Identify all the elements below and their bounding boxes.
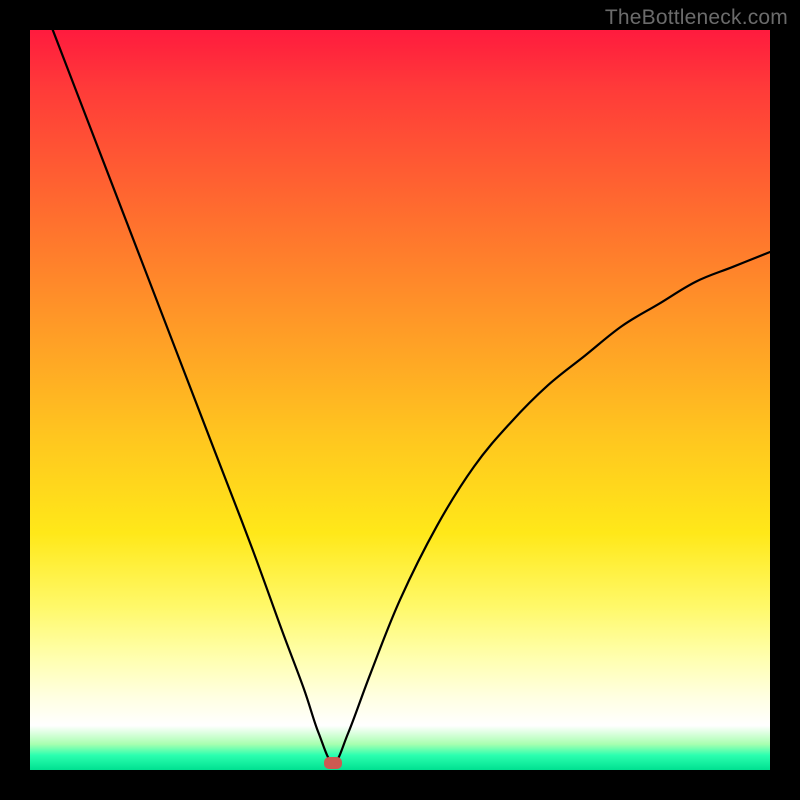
plot-area [30,30,770,770]
bottleneck-curve [30,30,770,770]
watermark-text: TheBottleneck.com [605,6,788,30]
optimum-marker [324,757,342,769]
chart-frame: TheBottleneck.com [0,0,800,800]
